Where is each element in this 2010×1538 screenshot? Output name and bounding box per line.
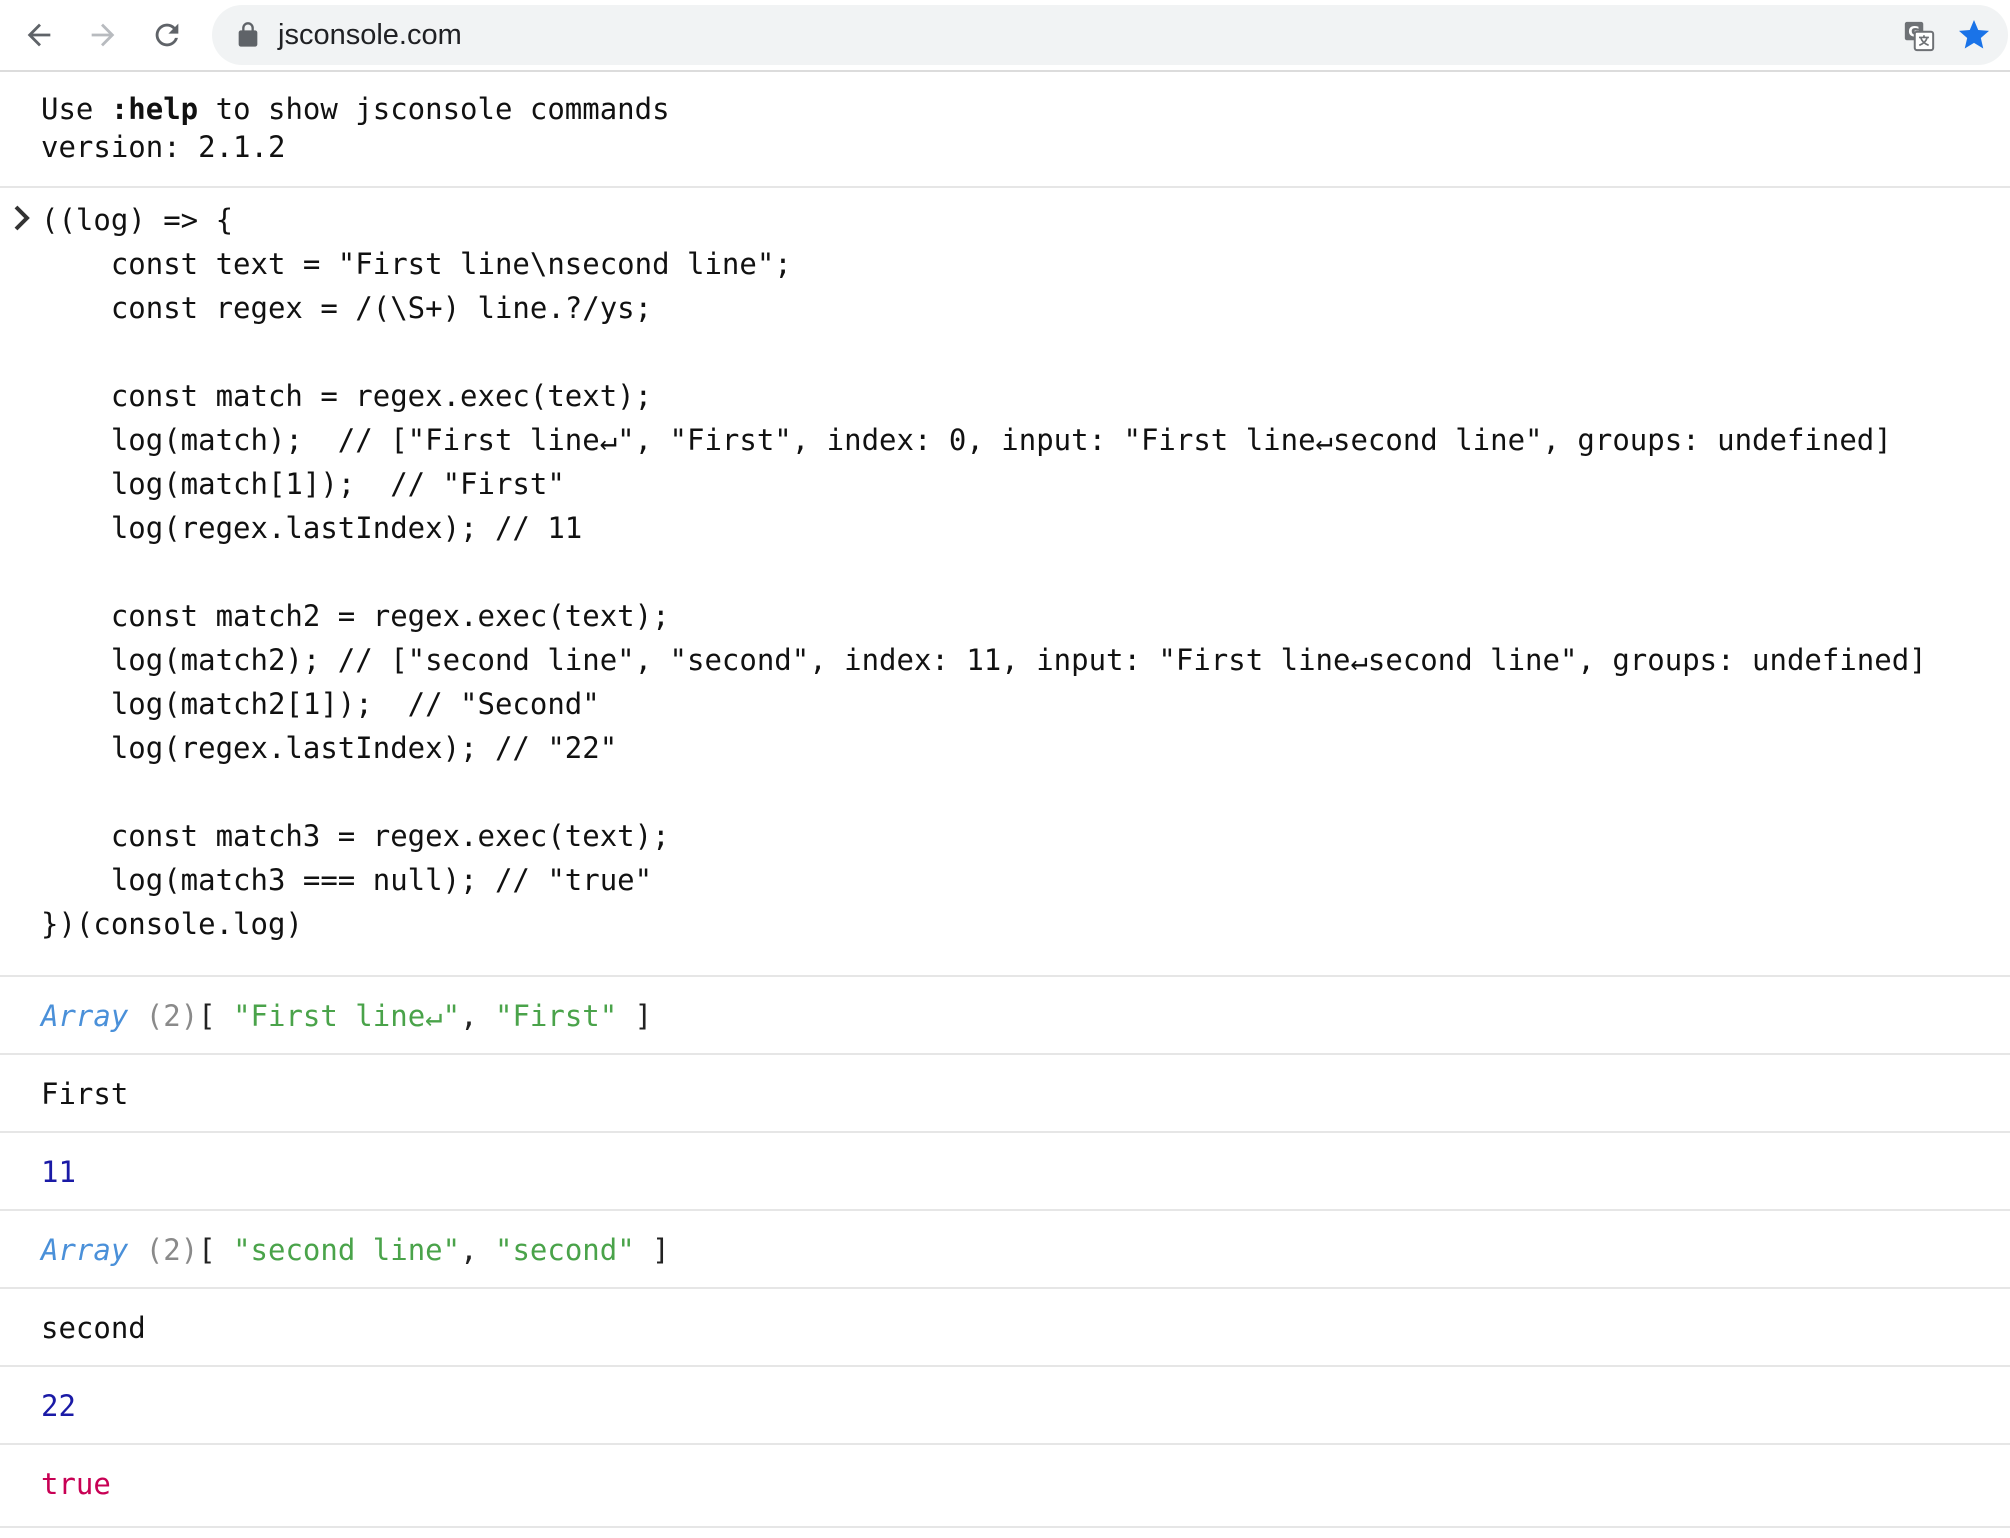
code-line: const match2 = regex.exec(text); bbox=[41, 599, 670, 633]
output-row-number: 11 bbox=[0, 1131, 2010, 1211]
divider bbox=[0, 1526, 2010, 1528]
array-count: (2) bbox=[145, 999, 199, 1033]
code-line: log(regex.lastIndex); // "22" bbox=[41, 731, 618, 765]
forward-button[interactable] bbox=[80, 12, 126, 58]
array-type-label: Array bbox=[41, 1233, 129, 1267]
array-output[interactable]: Array (2)[ "second line", "second" ] bbox=[41, 1211, 670, 1289]
reload-button[interactable] bbox=[144, 12, 190, 58]
code-line: const match3 = regex.exec(text); bbox=[41, 819, 670, 853]
output-row-number: 22 bbox=[0, 1365, 2010, 1445]
star-icon[interactable] bbox=[1956, 17, 1992, 53]
array-count: (2) bbox=[145, 1233, 199, 1267]
reload-icon bbox=[155, 23, 179, 47]
address-bar[interactable]: jsconsole.com G bbox=[212, 5, 2008, 65]
boolean-output: true bbox=[41, 1467, 111, 1501]
lock-icon bbox=[238, 22, 258, 47]
code-line: log(match2[1]); // "Second" bbox=[41, 687, 600, 721]
output-row-boolean: true bbox=[0, 1443, 2010, 1523]
help-hint: Use :help to show jsconsole commands bbox=[41, 92, 670, 126]
string-output: second bbox=[41, 1311, 146, 1345]
number-output: 11 bbox=[41, 1155, 76, 1189]
console-input-entry[interactable]: ((log) => { const text = "First line\nse… bbox=[0, 188, 2010, 1048]
string-value: "second" bbox=[495, 1233, 635, 1267]
browser-toolbar: jsconsole.com G bbox=[0, 0, 2010, 72]
forward-icon bbox=[91, 23, 115, 47]
code-line: log(match2); // ["second line", "second"… bbox=[41, 643, 1927, 677]
code-line: log(regex.lastIndex); // 11 bbox=[41, 511, 583, 545]
string-output: First bbox=[41, 1077, 129, 1111]
code-line: const text = "First line\nsecond line"; bbox=[41, 247, 792, 281]
array-type-label: Array bbox=[41, 999, 129, 1033]
output-row-array[interactable]: Array (2)[ "second line", "second" ] bbox=[0, 1209, 2010, 1289]
string-value: "First" bbox=[495, 999, 618, 1033]
code-line: const regex = /(\S+) line.?/ys; bbox=[41, 291, 653, 325]
output-row-string: First bbox=[0, 1053, 2010, 1133]
string-value: "second line" bbox=[233, 1233, 461, 1267]
console: Use :help to show jsconsole commands ver… bbox=[0, 72, 2010, 1538]
array-output[interactable]: Array (2)[ "First line↵", "First" ] bbox=[41, 977, 652, 1055]
back-icon bbox=[27, 23, 51, 47]
help-command: :help bbox=[110, 92, 199, 126]
url-text[interactable]: jsconsole.com bbox=[278, 5, 462, 65]
code-line: log(match[1]); // "First" bbox=[41, 467, 565, 501]
console-banner: Use :help to show jsconsole commands ver… bbox=[0, 72, 2010, 188]
output-row-array[interactable]: Array (2)[ "First line↵", "First" ] bbox=[0, 975, 2010, 1055]
number-output: 22 bbox=[41, 1389, 76, 1423]
back-button[interactable] bbox=[16, 12, 62, 58]
chevron-right-icon bbox=[14, 205, 30, 231]
output-row-string: second bbox=[0, 1287, 2010, 1367]
code-line: log(match3 === null); // "true" bbox=[41, 863, 653, 897]
string-value: "First line↵" bbox=[233, 999, 461, 1033]
code-line: ((log) => { bbox=[41, 203, 234, 237]
code-line: })(console.log) bbox=[41, 907, 303, 941]
code-line: const match = regex.exec(text); bbox=[41, 379, 653, 413]
translate-icon[interactable]: G bbox=[1902, 19, 1936, 53]
version-text: version: 2.1.2 bbox=[41, 130, 286, 164]
code-line: log(match); // ["First line↵", "First", … bbox=[41, 423, 1892, 457]
